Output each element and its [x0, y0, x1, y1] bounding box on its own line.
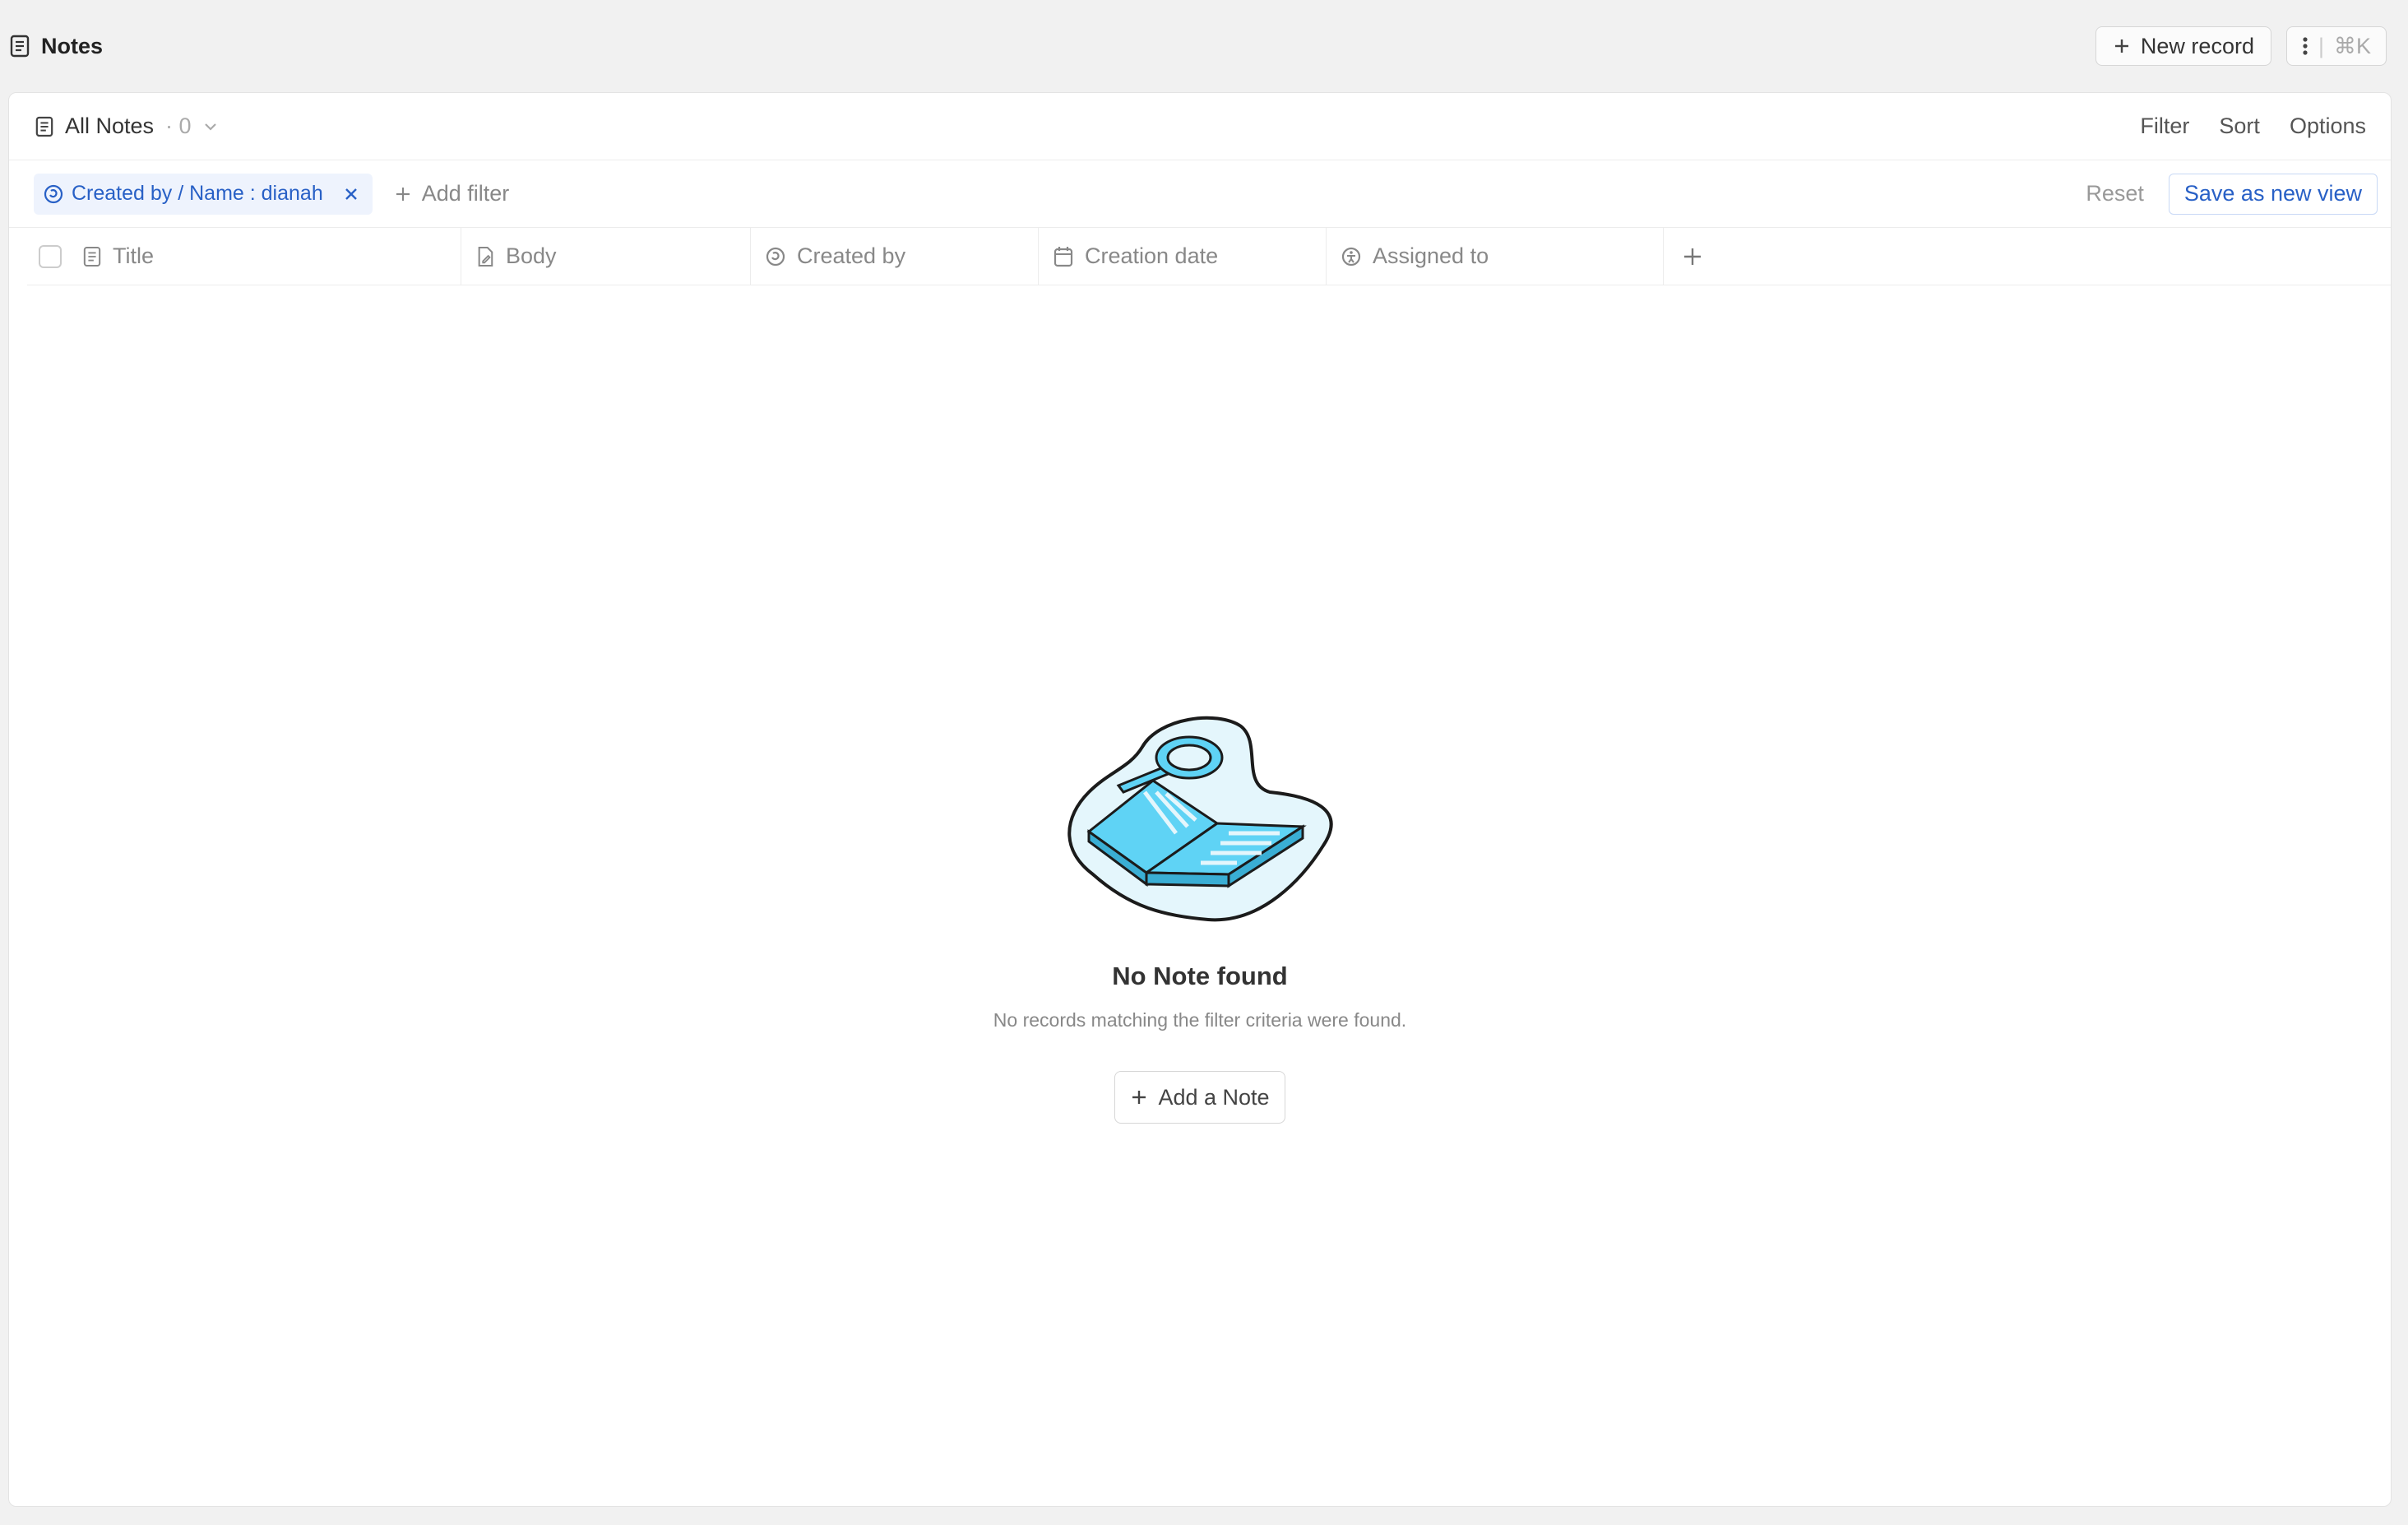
add-column-button[interactable] [1664, 228, 1721, 285]
save-as-new-view-button[interactable]: Save as new view [2168, 173, 2378, 215]
view-name: All Notes [65, 114, 155, 138]
filter-button[interactable]: Filter [2140, 114, 2189, 139]
empty-notes-illustration [1064, 710, 1336, 924]
new-record-label: New record [2140, 33, 2254, 58]
add-filter-button[interactable]: Add filter [394, 181, 510, 206]
filter-chip[interactable]: Created by / Name : dianah [34, 173, 373, 215]
actor-icon [766, 247, 785, 267]
add-note-button[interactable]: Add a Note [1114, 1071, 1285, 1124]
more-vertical-icon [2302, 36, 2308, 56]
actor-icon [44, 184, 63, 204]
view-count: · 0 [165, 114, 192, 138]
add-note-label: Add a Note [1158, 1084, 1270, 1110]
command-menu-button[interactable]: | ⌘K [2285, 26, 2387, 66]
menu-separator: | [2318, 33, 2324, 58]
view-switcher[interactable]: All Notes · 0 [35, 114, 218, 139]
empty-state-subtext: No records matching the filter criteria … [993, 1009, 1407, 1031]
column-header-title[interactable]: Title [76, 228, 461, 285]
filter-chip-label: Created by / Name : dianah [72, 182, 323, 205]
select-all-checkbox[interactable] [39, 244, 62, 268]
view-bar: All Notes · 0 Filter Sort Options [9, 93, 2391, 160]
add-filter-label: Add filter [421, 181, 510, 206]
column-header-creation-date[interactable]: Creation date [1039, 228, 1327, 285]
plus-icon [2113, 37, 2131, 55]
column-label: Title [113, 243, 155, 268]
table-header: Title Body Created by Creation date Assi… [27, 228, 2391, 285]
main-panel: All Notes · 0 Filter Sort Options Create… [8, 92, 2392, 1507]
column-header-body[interactable]: Body [461, 228, 751, 285]
plus-icon [1130, 1088, 1148, 1106]
plus-icon [394, 185, 412, 203]
page-title: Notes [41, 33, 104, 58]
filter-bar: Created by / Name : dianah Add filter Re… [9, 160, 2391, 228]
plus-icon [1682, 246, 1703, 267]
calendar-icon [1054, 246, 1073, 267]
column-label: Assigned to [1373, 243, 1489, 268]
file-edit-icon [476, 246, 494, 267]
column-label: Creation date [1085, 243, 1219, 268]
reset-button[interactable]: Reset [2086, 181, 2144, 206]
notes-view-icon [35, 116, 53, 137]
column-label: Body [506, 243, 557, 268]
new-record-button[interactable]: New record [2095, 26, 2271, 66]
empty-state-heading: No Note found [1112, 962, 1288, 990]
shortcut-hint: ⌘K [2333, 33, 2371, 58]
column-header-assigned-to[interactable]: Assigned to [1327, 228, 1664, 285]
document-icon [83, 246, 101, 267]
person-circle-icon [1341, 247, 1361, 267]
column-header-created-by[interactable]: Created by [751, 228, 1039, 285]
options-button[interactable]: Options [2290, 114, 2366, 139]
chevron-down-icon [203, 122, 218, 132]
sort-button[interactable]: Sort [2219, 114, 2260, 139]
notes-icon [10, 35, 30, 58]
top-bar: Notes New record | ⌘K [0, 0, 2408, 92]
empty-state: No Note found No records matching the fi… [9, 710, 2391, 1124]
column-label: Created by [797, 243, 906, 268]
select-all-cell [27, 228, 76, 285]
page-title-group: Notes [10, 34, 103, 59]
close-icon[interactable] [343, 186, 359, 202]
